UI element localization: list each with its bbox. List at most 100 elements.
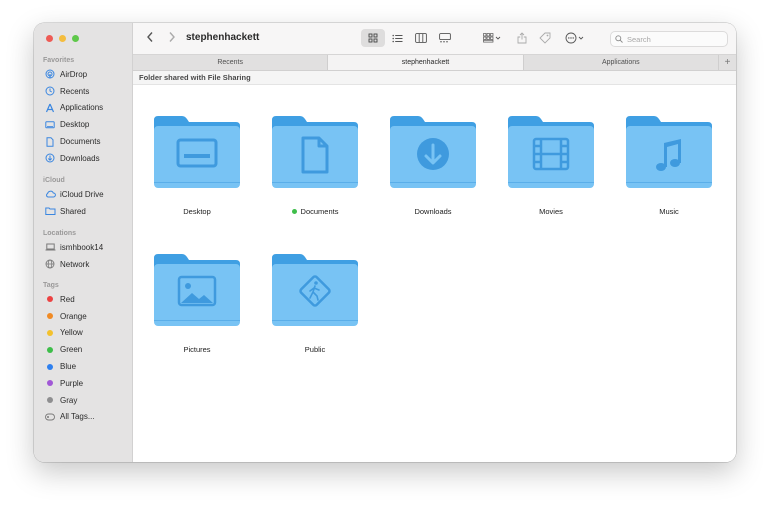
sidebar-item-network[interactable]: Network xyxy=(34,256,133,273)
green-tag-dot-icon xyxy=(291,209,297,214)
folder-label: Pictures xyxy=(183,345,211,354)
folder-item-pictures[interactable]: Pictures xyxy=(147,252,247,387)
gallery-view-button[interactable] xyxy=(433,29,457,47)
share-button[interactable] xyxy=(517,29,527,47)
gallery-icon xyxy=(439,33,451,43)
window-title: stephenhackett xyxy=(186,32,260,43)
tab-recents[interactable]: Recents xyxy=(133,55,329,70)
folder-label: Documents xyxy=(265,207,365,216)
sidebar-item-airdrop[interactable]: AirDrop xyxy=(34,66,133,83)
tab-label: Applications xyxy=(601,59,640,66)
sidebar-tag-blue[interactable]: Blue xyxy=(34,358,133,375)
folder-item-downloads[interactable]: Downloads xyxy=(383,114,483,249)
sidebar-item-label: iCloud Drive xyxy=(60,189,104,199)
sidebar-item-label: Applications xyxy=(60,103,104,113)
icloud-heading: iCloud xyxy=(43,177,65,184)
folder-icon xyxy=(272,254,358,326)
back-chevron-icon[interactable] xyxy=(146,31,154,46)
new-tab-button[interactable]: + xyxy=(719,55,736,70)
folder-label: Movies xyxy=(539,207,563,216)
close-button[interactable] xyxy=(46,35,53,42)
sidebar-item-applications[interactable]: Applications xyxy=(34,100,133,117)
folder-icon xyxy=(154,116,240,188)
tab-label: Recents xyxy=(217,59,243,66)
sidebar-tag-gray[interactable]: Gray xyxy=(34,392,133,409)
more-options-icon xyxy=(565,32,584,44)
list-icon xyxy=(391,34,402,42)
folder-label: Public xyxy=(304,345,326,354)
folder-item-documents[interactable]: Documents xyxy=(265,114,365,249)
cloud-icon xyxy=(44,189,56,199)
sidebar-item-label: Recents xyxy=(60,86,90,96)
sidebar-tag-red[interactable]: Red xyxy=(34,291,133,308)
search-field[interactable]: Search xyxy=(610,31,728,47)
locations-section: Locations ismhbook14 Network xyxy=(34,229,133,273)
search-icon xyxy=(615,35,623,43)
share-icon xyxy=(517,32,527,44)
globe-icon xyxy=(44,259,56,269)
folder-item-movies[interactable]: Movies xyxy=(501,114,601,249)
sidebar-tag-yellow[interactable]: Yellow xyxy=(34,325,133,342)
locations-heading: Locations xyxy=(43,230,77,237)
finder-window: Favorites AirDrop Recents Applications D… xyxy=(34,23,736,462)
sidebar-item-downloads[interactable]: Downloads xyxy=(34,150,133,167)
forward-chevron-icon[interactable] xyxy=(168,31,176,46)
sidebar-tag-orange[interactable]: Orange xyxy=(34,308,133,325)
tag-button[interactable] xyxy=(539,29,551,47)
shared-folder-icon xyxy=(44,206,56,216)
tab-applications[interactable]: Applications xyxy=(524,55,719,70)
tags-section: Tags Red Orange Yellow Green Blue Purple… xyxy=(34,281,133,425)
sidebar-item-label: Documents xyxy=(60,137,101,147)
sidebar-all-tags[interactable]: All Tags... xyxy=(34,409,133,426)
folder-label: Music xyxy=(659,207,679,216)
folder-icon xyxy=(626,116,712,188)
folder-item-desktop[interactable]: Desktop xyxy=(147,114,247,249)
sidebar-item-label: Shared xyxy=(60,206,86,216)
minimize-button[interactable] xyxy=(59,35,66,42)
sidebar-tag-purple[interactable]: Purple xyxy=(34,375,133,392)
folder-grid: Desktop Documents Downloads Movies Music… xyxy=(133,85,736,462)
window-controls xyxy=(46,35,79,42)
sidebar-item-documents[interactable]: Documents xyxy=(34,133,133,150)
sidebar-item-desktop[interactable]: Desktop xyxy=(34,116,133,133)
group-by-button[interactable] xyxy=(483,29,501,47)
action-menu-button[interactable] xyxy=(565,29,585,47)
sidebar-item-ismhbook14[interactable]: ismhbook14 xyxy=(34,239,133,256)
toolbar: stephenhackett Search xyxy=(133,23,736,54)
column-view-button[interactable] xyxy=(409,29,433,47)
red-tag-dot-icon xyxy=(47,296,53,303)
favorites-heading: Favorites xyxy=(43,57,75,64)
folder-item-public[interactable]: Public xyxy=(265,252,365,387)
view-mode-segment xyxy=(361,29,457,47)
yellow-tag-dot-icon xyxy=(47,329,53,336)
tab-stephenhackett[interactable]: stephenhackett xyxy=(328,55,524,70)
list-view-button[interactable] xyxy=(385,29,409,47)
folder-label: Desktop xyxy=(183,207,211,216)
sidebar-item-label: Network xyxy=(60,259,90,269)
sidebar-item-icloud-drive[interactable]: iCloud Drive xyxy=(34,186,133,203)
tag-icon xyxy=(539,32,551,44)
sidebar-item-label: Gray xyxy=(60,395,78,405)
search-placeholder: Search xyxy=(627,34,651,44)
sidebar-item-recents[interactable]: Recents xyxy=(34,83,133,100)
icon-view-button[interactable] xyxy=(361,29,385,47)
sidebar-item-label: Desktop xyxy=(60,120,90,130)
document-icon xyxy=(44,136,56,147)
folder-icon xyxy=(390,116,476,188)
folder-icon xyxy=(508,116,594,188)
sidebar-item-label: Red xyxy=(60,294,75,304)
sharing-info-bar: Folder shared with File Sharing xyxy=(133,71,736,85)
group-grid-icon xyxy=(483,33,501,43)
purple-tag-dot-icon xyxy=(47,380,53,387)
sidebar-item-label: AirDrop xyxy=(60,69,88,79)
sidebar-tag-green[interactable]: Green xyxy=(34,341,133,358)
sidebar-item-label: All Tags... xyxy=(60,412,95,422)
sidebar: Favorites AirDrop Recents Applications D… xyxy=(34,23,133,462)
desktop-icon xyxy=(44,120,56,130)
sidebar-item-label: Orange xyxy=(60,311,87,321)
gray-tag-dot-icon xyxy=(47,397,53,404)
zoom-button[interactable] xyxy=(72,35,79,42)
folder-item-music[interactable]: Music xyxy=(619,114,719,249)
icon-grid-icon xyxy=(368,33,378,43)
sidebar-item-shared[interactable]: Shared xyxy=(34,203,133,220)
